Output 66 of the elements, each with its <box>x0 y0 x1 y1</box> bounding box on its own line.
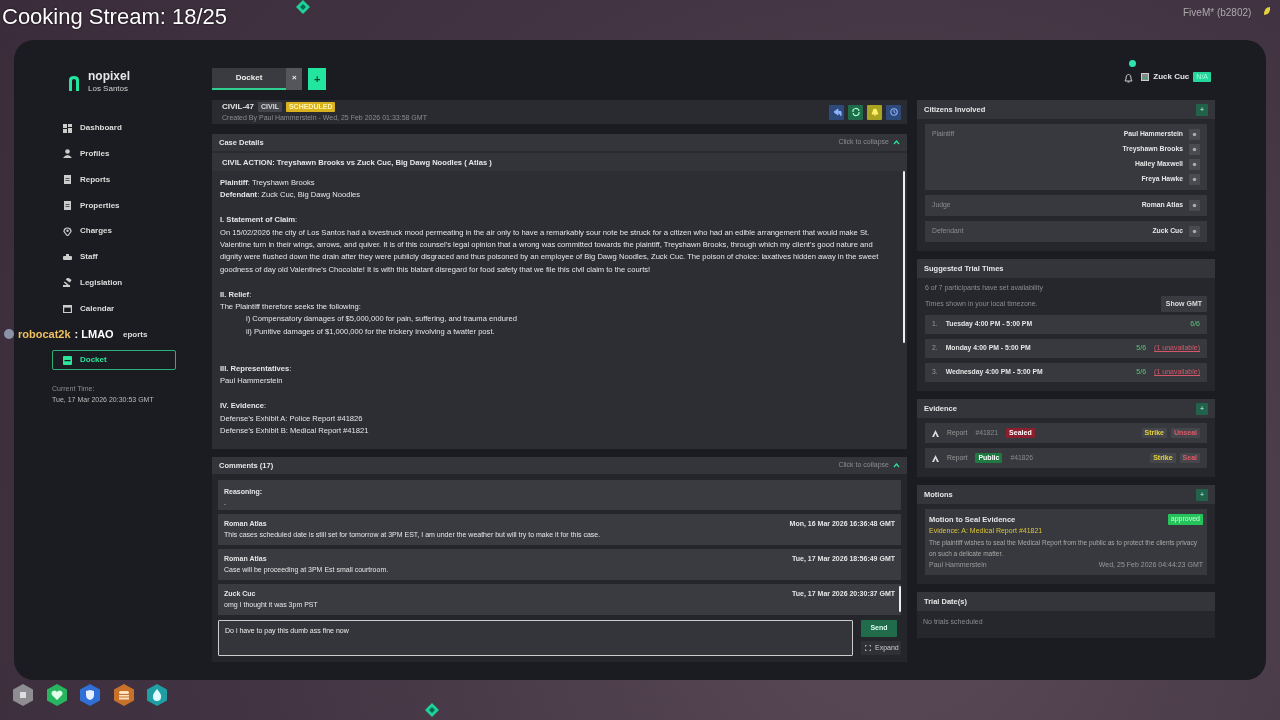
broken-image-icon <box>1141 73 1150 81</box>
drop-icon <box>146 684 168 706</box>
history-icon <box>888 107 899 117</box>
sidebar-item[interactable]: Dashboard <box>52 118 176 139</box>
bell-icon <box>869 107 880 117</box>
settings-icon <box>1190 227 1199 236</box>
bell-button[interactable] <box>867 104 882 120</box>
city-name: Los Santos <box>88 83 130 96</box>
bell-icon <box>1124 72 1134 83</box>
chevron-up-icon <box>893 140 900 145</box>
history-button[interactable] <box>886 104 901 120</box>
sidebar-item[interactable]: eports <box>122 324 155 345</box>
tab[interactable]: Docket <box>212 68 286 90</box>
document-icon <box>63 201 72 211</box>
settings-icon <box>1190 201 1199 210</box>
chat-username: robocat2k <box>18 327 71 342</box>
scrollbar[interactable] <box>899 586 901 612</box>
logo-icon <box>68 74 80 91</box>
heart-icon <box>45 684 68 706</box>
refresh-button[interactable] <box>848 104 863 120</box>
burger-icon <box>112 684 135 706</box>
calendar-icon <box>63 304 72 314</box>
dashboard-icon <box>63 123 72 133</box>
settings-button[interactable] <box>1189 129 1200 140</box>
gavel-icon <box>63 278 72 288</box>
settings-button[interactable] <box>1189 159 1200 170</box>
location-pin-icon <box>63 226 72 236</box>
scrollbar[interactable] <box>903 171 905 343</box>
staff-icon <box>63 252 72 262</box>
sidebar-item[interactable]: Staff <box>52 247 176 268</box>
figure-icon <box>932 429 939 437</box>
notification-dot-icon <box>1129 60 1137 67</box>
expand-icon <box>865 645 871 651</box>
avatar-icon <box>4 329 14 340</box>
user-name: Zuck Cuc <box>1153 71 1190 83</box>
close-button[interactable]: × <box>286 68 302 90</box>
diamond-icon <box>296 0 310 14</box>
document-icon <box>63 175 72 185</box>
chat-message: : LMAO <box>74 327 114 342</box>
leaf-icon <box>1263 6 1271 16</box>
sidebar-item[interactable]: Properties <box>52 195 176 216</box>
person-icon <box>63 149 72 159</box>
sidebar-item[interactable]: Calendar <box>52 298 176 319</box>
sidebar-item[interactable]: Profiles <box>52 144 176 164</box>
reply-button[interactable] <box>829 104 844 120</box>
figure-icon <box>932 454 939 462</box>
settings-button[interactable] <box>1189 144 1200 155</box>
case-id: CIVIL-47 <box>222 100 254 113</box>
settings-button[interactable] <box>1189 226 1200 237</box>
brand-name: nopixel <box>88 70 130 84</box>
build-label: FiveM* (b2802) <box>1183 6 1252 20</box>
stream-title: Cooking Stream: 18/25 <box>2 3 228 31</box>
sidebar-item[interactable]: Docket <box>52 350 176 371</box>
reply-icon <box>831 107 842 117</box>
sidebar-item[interactable]: Reports <box>52 169 176 190</box>
sidebar-item[interactable]: Charges <box>52 221 176 242</box>
diamond-icon <box>425 703 439 717</box>
refresh-icon <box>850 107 861 117</box>
add-tab-button[interactable]: + <box>308 68 326 90</box>
sidebar-item[interactable]: Legislation <box>52 272 176 293</box>
hexagon-icon <box>12 684 34 706</box>
shield-icon <box>79 684 101 706</box>
settings-button[interactable] <box>1189 200 1200 211</box>
docket-icon <box>63 355 72 365</box>
chevron-up-icon <box>893 463 900 468</box>
settings-button[interactable] <box>1189 174 1200 185</box>
